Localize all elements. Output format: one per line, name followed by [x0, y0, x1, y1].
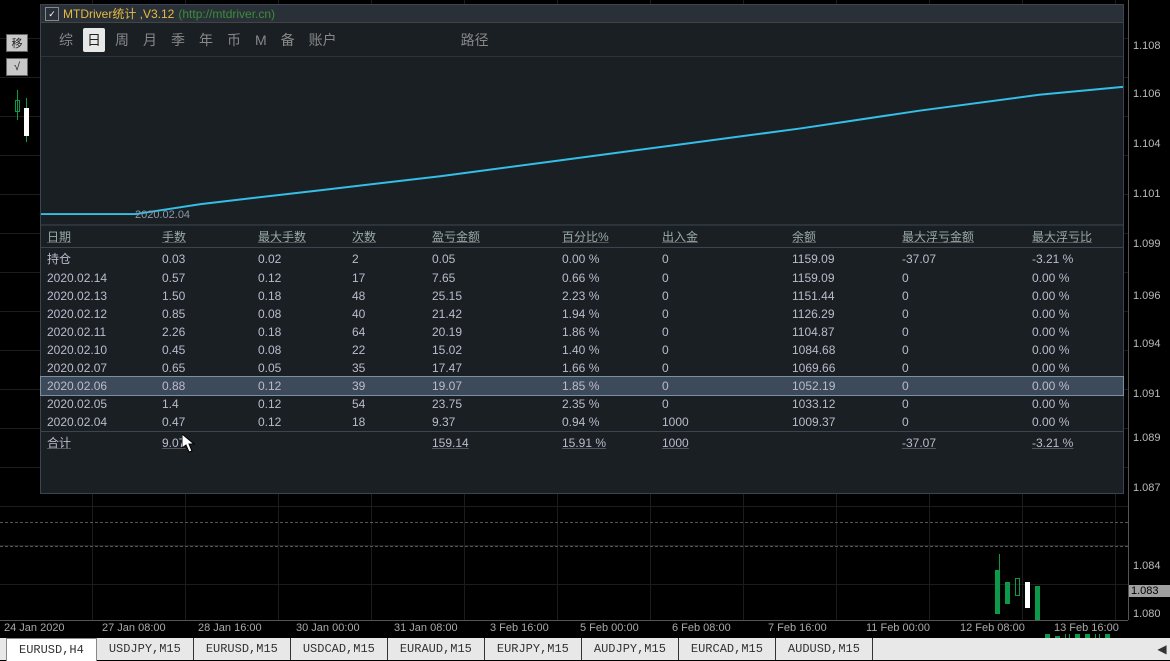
tab-symbol[interactable]: USDCAD,M15 — [291, 638, 388, 660]
y-tick-label: 1.087 — [1133, 482, 1161, 494]
x-tick-label: 11 Feb 00:00 — [866, 622, 930, 634]
y-tick-label: 1.089 — [1133, 432, 1161, 444]
tab-symbol[interactable]: EURCAD,M15 — [679, 638, 776, 660]
x-tick-label: 7 Feb 16:00 — [768, 622, 827, 634]
x-tick-label: 5 Feb 00:00 — [580, 622, 639, 634]
x-tick-label: 3 Feb 16:00 — [490, 622, 549, 634]
tab-symbol[interactable]: EURAUD,M15 — [388, 638, 485, 660]
y-tick-label: 1.094 — [1133, 338, 1161, 350]
x-tick-label: 12 Feb 08:00 — [960, 622, 1025, 634]
x-tick-label: 6 Feb 08:00 — [672, 622, 731, 634]
tab-active[interactable]: EURUSD,H4 — [6, 638, 97, 661]
th-maxlot[interactable]: 最大手数 — [252, 226, 346, 248]
th-bal[interactable]: 余额 — [786, 226, 896, 248]
y-tick-label: 1.099 — [1133, 238, 1161, 250]
th-date[interactable]: 日期 — [41, 226, 156, 248]
table-row[interactable]: 2020.02.120.850.0840 21.421.94 %01126.29… — [41, 305, 1123, 323]
y-tick-label: 1.084 — [1133, 560, 1161, 572]
table-row[interactable]: 2020.02.140.570.1217 7.650.66 %01159.09 … — [41, 269, 1123, 287]
x-tick-label: 13 Feb 16:00 — [1054, 622, 1119, 634]
table-row[interactable]: 2020.02.051.40.1254 23.752.35 %01033.12 … — [41, 395, 1123, 413]
menu-item-quarter[interactable]: 季 — [167, 28, 189, 52]
panel-checkbox-icon[interactable]: ✓ — [45, 7, 59, 21]
menu-item-currency[interactable]: 币 — [223, 28, 245, 52]
tab-scroll-left-icon[interactable]: ◀ — [1154, 642, 1170, 657]
y-tick-label: 1.101 — [1133, 188, 1161, 200]
table-row[interactable]: 2020.02.040.470.1218 9.370.94 %10001009.… — [41, 413, 1123, 432]
y-tick-label: 1.108 — [1133, 40, 1161, 52]
menu-item-account[interactable]: 账户 — [305, 28, 341, 52]
table-row[interactable]: 2020.02.060.880.1239 19.071.85 %01052.19… — [41, 377, 1123, 395]
equity-line-chart[interactable]: 2020.02.04 — [41, 57, 1123, 225]
x-tick-label: 30 Jan 00:00 — [296, 622, 360, 634]
menu-item-day[interactable]: 日 — [83, 28, 105, 52]
panel-menu: 综 日 周 月 季 年 币 M 备 账户 路径 — [41, 23, 1123, 57]
left-toggle-1[interactable]: 移 — [6, 34, 28, 52]
panel-title-url: (http://mtdriver.cn) — [178, 5, 275, 23]
left-toggle-2[interactable]: √ — [6, 58, 28, 76]
th-pl[interactable]: 盈亏金额 — [426, 226, 556, 248]
th-pct[interactable]: 百分比% — [556, 226, 656, 248]
y-tick-label: 1.091 — [1133, 388, 1161, 400]
x-axis: 24 Jan 2020 27 Jan 08:00 28 Jan 16:00 30 Ja… — [0, 620, 1128, 634]
menu-item-m[interactable]: M — [251, 30, 271, 50]
table-header-row: 日期 手数 最大手数 次数 盈亏金额 百分比% 出入金 余额 最大浮亏金额 最大… — [41, 226, 1123, 248]
stats-table: 日期 手数 最大手数 次数 盈亏金额 百分比% 出入金 余额 最大浮亏金额 最大… — [41, 225, 1123, 453]
th-count[interactable]: 次数 — [346, 226, 426, 248]
menu-item-zong[interactable]: 综 — [55, 28, 77, 52]
table-row-total[interactable]: 合计9.07 159.1415.91 %1000 -37.07-3.21 % — [41, 432, 1123, 454]
menu-item-bei[interactable]: 备 — [277, 28, 299, 52]
table-row[interactable]: 2020.02.112.260.1864 20.191.86 %01104.87… — [41, 323, 1123, 341]
y-price-box: 1.083 — [1129, 585, 1170, 597]
y-tick-label: 1.104 — [1133, 138, 1161, 150]
menu-item-year[interactable]: 年 — [195, 28, 217, 52]
symbol-tabs: EURUSD,H4USDJPY,M15EURUSD,M15USDCAD,M15E… — [0, 638, 1170, 660]
table-row[interactable]: 2020.02.070.650.0535 17.471.66 %01069.66… — [41, 359, 1123, 377]
tab-symbol[interactable]: EURJPY,M15 — [485, 638, 582, 660]
tab-symbol[interactable]: AUDJPY,M15 — [582, 638, 679, 660]
th-lots[interactable]: 手数 — [156, 226, 252, 248]
menu-item-path[interactable]: 路径 — [457, 28, 493, 52]
table-row-position[interactable]: 持仓0.030.022 0.050.00 %01159.09 -37.07-3.… — [41, 248, 1123, 270]
x-tick-label: 27 Jan 08:00 — [102, 622, 166, 634]
panel-title-text: MTDriver统计 ,V3.12 — [63, 5, 174, 23]
menu-item-month[interactable]: 月 — [139, 28, 161, 52]
th-io[interactable]: 出入金 — [656, 226, 786, 248]
panel-title-bar[interactable]: ✓ MTDriver统计 ,V3.12 (http://mtdriver.cn) — [41, 5, 1123, 23]
y-tick-label: 1.096 — [1133, 290, 1161, 302]
bid-line — [0, 546, 1128, 547]
mtdriver-panel: ✓ MTDriver统计 ,V3.12 (http://mtdriver.cn)… — [40, 4, 1124, 494]
y-tick-label: 1.106 — [1133, 88, 1161, 100]
tab-symbol[interactable]: USDJPY,M15 — [97, 638, 194, 660]
th-maxdd[interactable]: 最大浮亏金额 — [896, 226, 1026, 248]
ask-line — [0, 522, 1128, 523]
tab-symbol[interactable]: AUDUSD,M15 — [776, 638, 873, 660]
table-row[interactable]: 2020.02.131.500.1848 25.152.23 %01151.44… — [41, 287, 1123, 305]
x-tick-label: 31 Jan 08:00 — [394, 622, 458, 634]
menu-item-week[interactable]: 周 — [111, 28, 133, 52]
table-row[interactable]: 2020.02.100.450.0822 15.021.40 %01084.68… — [41, 341, 1123, 359]
y-axis: 1.108 1.106 1.104 1.101 1.099 1.096 1.094 1.091… — [1128, 0, 1170, 620]
th-maxddp[interactable]: 最大浮亏比 — [1026, 226, 1123, 248]
y-tick-label: 1.080 — [1133, 608, 1161, 620]
x-tick-label: 28 Jan 16:00 — [198, 622, 262, 634]
chart-anno-date: 2020.02.04 — [135, 209, 190, 221]
x-tick-label: 24 Jan 2020 — [4, 622, 65, 634]
tab-symbol[interactable]: EURUSD,M15 — [194, 638, 291, 660]
